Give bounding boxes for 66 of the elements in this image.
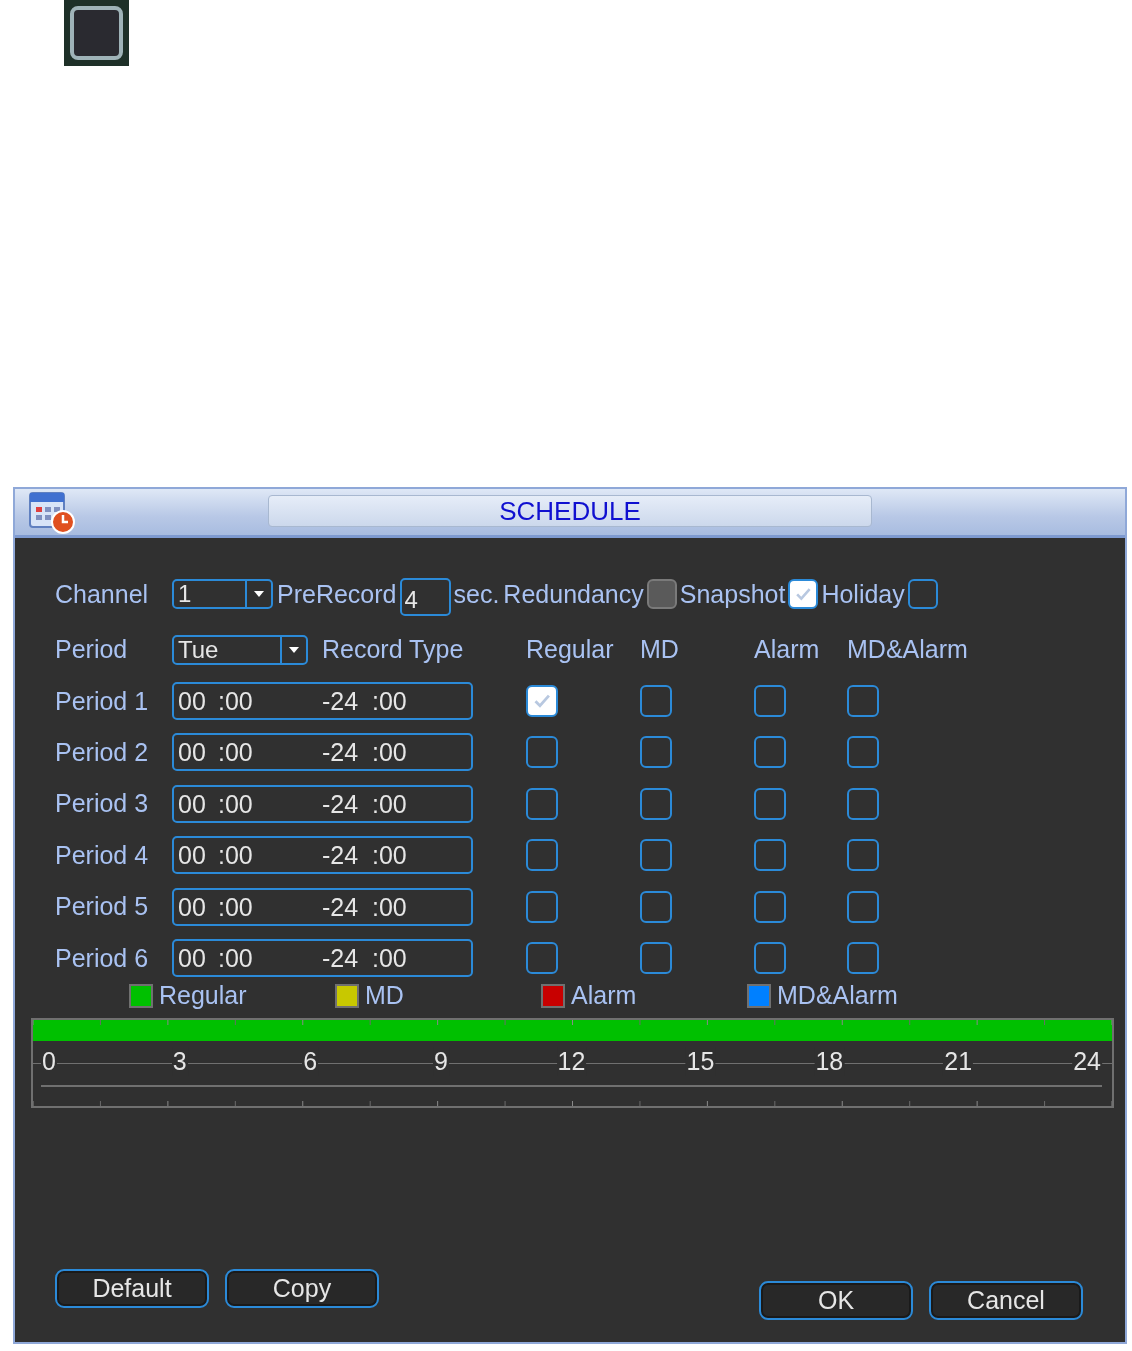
legend-label: MD	[365, 981, 404, 1011]
checkbox[interactable]	[640, 787, 672, 820]
time-range-field[interactable]: 00 :00 -24 :00	[172, 939, 473, 978]
checkbox[interactable]	[640, 890, 672, 923]
button[interactable]: Cancel	[929, 1281, 1083, 1320]
checkbox[interactable]	[526, 736, 558, 769]
checkbox[interactable]	[526, 787, 558, 820]
prerecord-field[interactable]: 4	[399, 578, 451, 616]
column-header: Regular	[526, 635, 615, 665]
window-title: SCHEDULE	[268, 495, 872, 527]
checkbox[interactable]	[754, 685, 786, 718]
period-label: Period 2	[55, 737, 150, 767]
legend-label: Regular	[159, 981, 247, 1011]
option-label: Holiday	[821, 579, 905, 609]
checkbox[interactable]	[640, 685, 672, 718]
period-label: Period 6	[55, 943, 150, 973]
button[interactable]: Default	[55, 1269, 209, 1308]
checkbox[interactable]	[754, 839, 786, 872]
checkbox[interactable]	[847, 942, 879, 975]
period-label: Period 5	[55, 892, 150, 922]
checkbox[interactable]	[847, 890, 879, 923]
checkbox[interactable]	[526, 890, 558, 923]
checkbox[interactable]	[640, 839, 672, 872]
dropdown[interactable]: 1	[172, 579, 273, 609]
checkbox[interactable]	[847, 839, 879, 872]
time-range-field[interactable]: 00 :00 -24 :00	[172, 836, 473, 875]
checkbox[interactable]	[754, 890, 786, 923]
channel-label: Channel	[55, 579, 150, 609]
checkbox[interactable]	[526, 685, 558, 718]
period-label: Period 3	[55, 789, 150, 819]
checkbox[interactable]	[526, 942, 558, 975]
checkbox[interactable]	[640, 942, 672, 975]
checkbox[interactable]	[526, 839, 558, 872]
rounded-square-icon	[64, 0, 129, 66]
calendar-clock-icon	[27, 489, 77, 535]
column-header: MD&Alarm	[847, 635, 969, 665]
checkbox[interactable]	[907, 579, 938, 609]
record-type-label: Record Type	[322, 635, 464, 665]
column-header: Alarm	[754, 635, 821, 665]
caret-icon	[289, 646, 299, 653]
option-label: Snapshot	[679, 579, 786, 609]
time-range-field[interactable]: 00 :00 -24 :00	[172, 733, 473, 772]
checkbox[interactable]	[847, 685, 879, 718]
unit-label: sec.	[453, 579, 500, 609]
period-label: Period 1	[55, 686, 150, 716]
time-range-field[interactable]: 00 :00 -24 :00	[172, 682, 473, 721]
time-range-field[interactable]: 00 :00 -24 :00	[172, 887, 473, 926]
period-label: Period 4	[55, 840, 150, 870]
legend-label: Alarm	[571, 981, 637, 1011]
checkbox[interactable]	[754, 736, 786, 769]
period-label: Period	[55, 635, 129, 665]
caret-icon	[254, 591, 264, 597]
button[interactable]: Copy	[225, 1269, 379, 1308]
checkbox[interactable]	[847, 736, 879, 769]
button[interactable]: OK	[759, 1281, 913, 1320]
prerecord-label: PreRecord	[277, 579, 397, 609]
checkbox[interactable]	[640, 736, 672, 769]
dropdown[interactable]: Tue	[172, 634, 308, 665]
time-range-field[interactable]: 00 :00 -24 :00	[172, 784, 473, 823]
option-label: Redundancy	[503, 579, 644, 609]
checkbox[interactable]	[788, 579, 819, 609]
legend-label: MD&Alarm	[777, 981, 898, 1011]
checkbox[interactable]	[754, 787, 786, 820]
checkbox[interactable]	[754, 942, 786, 975]
checkbox[interactable]	[847, 787, 879, 820]
column-header: MD	[640, 635, 680, 665]
